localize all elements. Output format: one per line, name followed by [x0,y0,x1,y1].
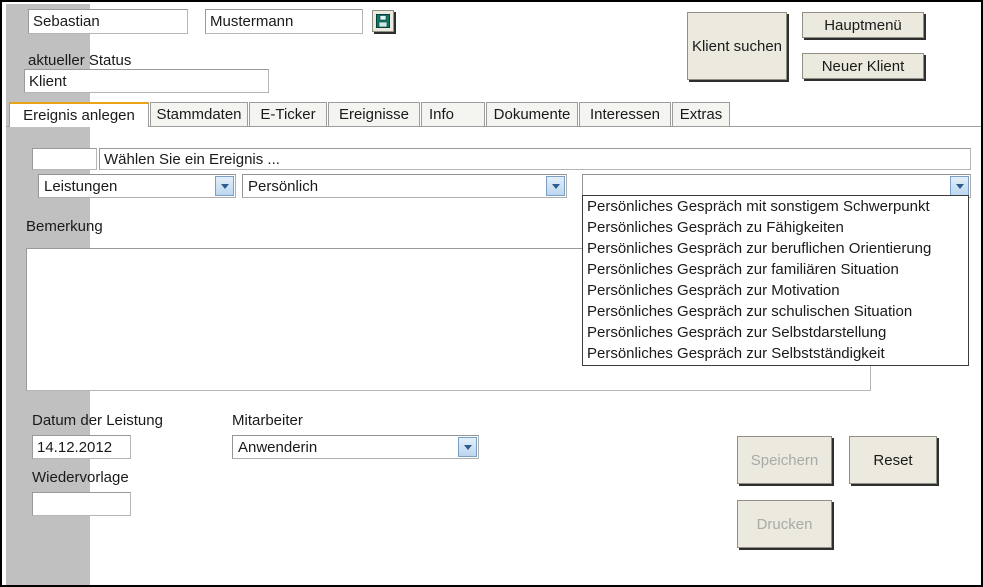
tab-info[interactable]: Info [421,102,485,126]
resubmission-field[interactable] [32,492,131,516]
new-client-button[interactable]: Neuer Klient [802,53,924,79]
list-item[interactable]: Persönliches Gespräch zur Motivation [583,280,968,301]
list-item[interactable]: Persönliches Gespräch zur Selbstständigk… [583,343,968,364]
chevron-down-icon[interactable] [950,176,969,196]
first-name-field[interactable] [28,9,188,34]
employee-select-value: Anwenderin [238,438,318,456]
tab-interessen[interactable]: Interessen [579,102,671,126]
list-item[interactable]: Persönliches Gespräch mit sonstigem Schw… [583,196,968,217]
reset-button[interactable]: Reset [849,436,937,484]
event-title-field[interactable] [99,148,971,170]
last-name-field[interactable] [205,9,363,34]
category-select-value: Leistungen [44,177,118,195]
list-item[interactable]: Persönliches Gespräch zur familiären Sit… [583,259,968,280]
tab-stammdaten[interactable]: Stammdaten [150,102,248,126]
list-item[interactable]: Persönliches Gespräch zur Selbstdarstell… [583,322,968,343]
tab-dokumente[interactable]: Dokumente [486,102,578,126]
list-item[interactable]: Persönliches Gespräch zu Fähigkeiten [583,217,968,238]
tab-ereignisse[interactable]: Ereignisse [328,102,420,126]
subcategory-select[interactable]: Persönlich [242,174,567,198]
category-select[interactable]: Leistungen [38,174,236,198]
service-date-field[interactable] [32,435,131,459]
tab-bar: Ereignis anlegen Stammdaten E-Ticker Ere… [6,102,981,127]
resubmission-label: Wiedervorlage [32,469,129,486]
list-item[interactable]: Persönliches Gespräch zur beruflichen Or… [583,238,968,259]
chevron-down-icon[interactable] [215,176,234,196]
detail-select-dropdown-list[interactable]: Persönliches Gespräch mit sonstigem Schw… [582,195,969,366]
remark-label: Bemerkung [26,218,103,235]
service-date-label: Datum der Leistung [32,412,163,429]
subcategory-select-value: Persönlich [248,177,319,195]
chevron-down-icon[interactable] [458,437,477,457]
event-code-field[interactable] [32,148,97,170]
chevron-down-icon[interactable] [546,176,565,196]
application-window: aktueller Status Klient suchen Hauptmenü… [0,0,983,587]
tab-ereignis-anlegen[interactable]: Ereignis anlegen [9,102,149,127]
main-menu-button[interactable]: Hauptmenü [802,12,924,38]
floppy-disk-icon[interactable] [372,10,394,32]
list-item[interactable]: Persönliches Gespräch zur schulischen Si… [583,301,968,322]
status-label: aktueller Status [28,52,132,69]
floppy-disk-glyph [376,14,390,28]
tab-e-ticker[interactable]: E-Ticker [249,102,327,126]
employee-select[interactable]: Anwenderin [232,435,479,459]
search-client-button[interactable]: Klient suchen [687,12,787,80]
print-button[interactable]: Drucken [737,500,832,548]
employee-label: Mitarbeiter [232,412,303,429]
tab-extras[interactable]: Extras [672,102,730,126]
save-button[interactable]: Speichern [737,436,832,484]
status-field[interactable] [24,69,269,93]
